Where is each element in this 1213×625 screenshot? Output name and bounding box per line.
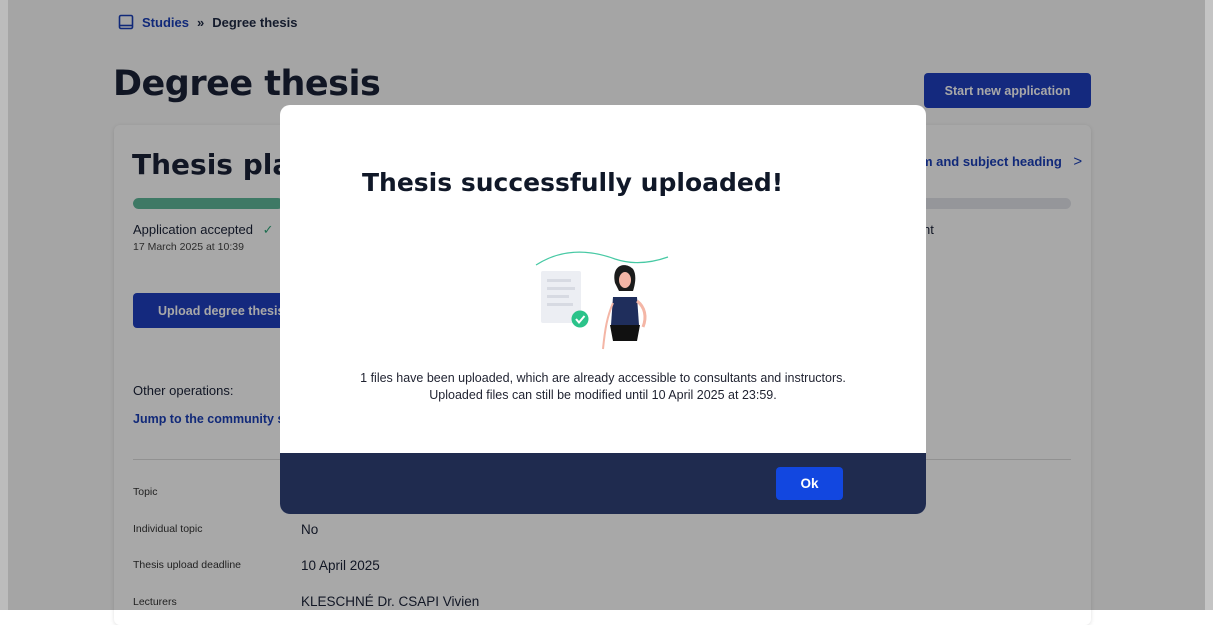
dialog-footer: Ok (280, 453, 926, 514)
backdrop-left-edge (0, 0, 8, 610)
ok-button[interactable]: Ok (776, 467, 843, 500)
dialog-title: Thesis successfully uploaded! (362, 168, 784, 197)
backdrop-right-edge (1205, 0, 1213, 610)
upload-success-dialog: Thesis successfully uploaded! 1 files ha… (280, 105, 926, 514)
dialog-message-line-2: Uploaded files can still be modified unt… (429, 388, 777, 402)
uploaded-document-illustration (535, 251, 669, 350)
dialog-message-line-1: 1 files have been uploaded, which are al… (360, 371, 846, 385)
